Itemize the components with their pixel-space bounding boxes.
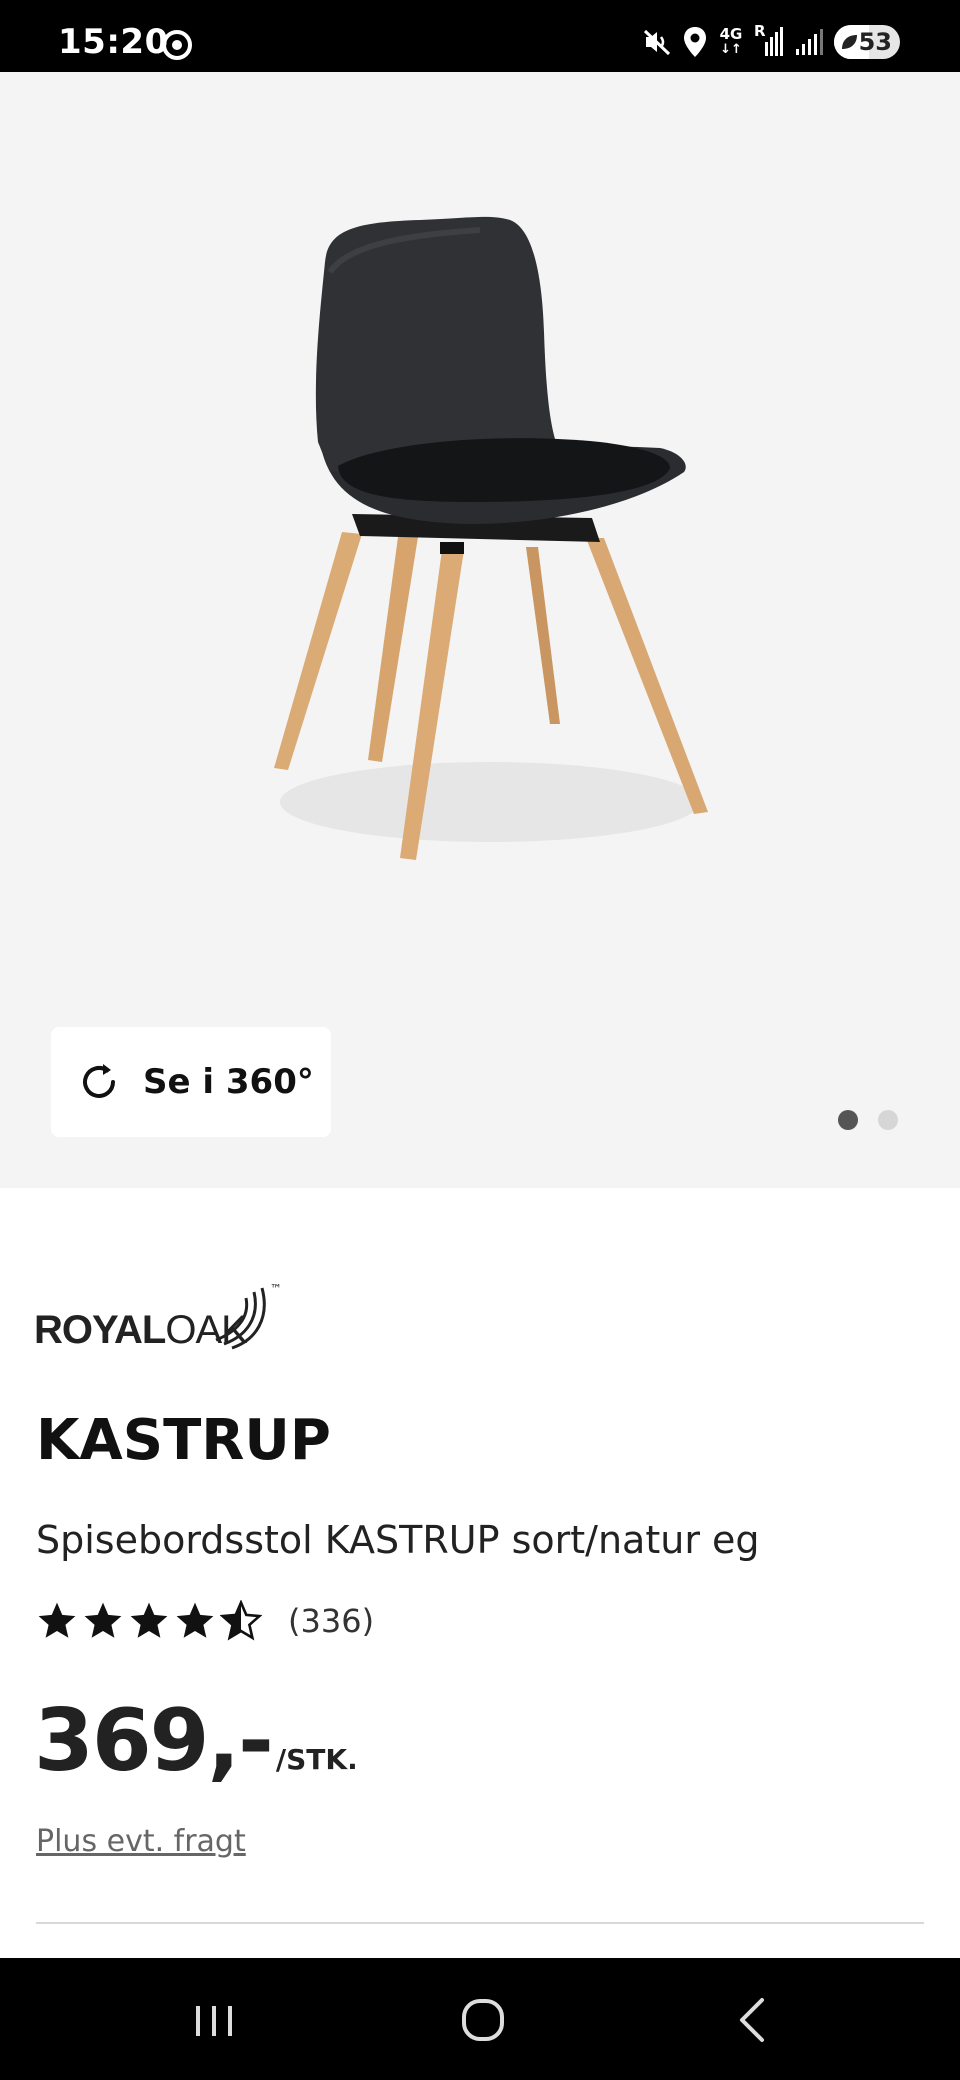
circle-target-icon <box>162 30 192 60</box>
star-full-icon <box>84 1602 122 1638</box>
back-icon <box>740 1998 764 2042</box>
brand-logo[interactable]: ROYALOAK ™ <box>34 1282 282 1362</box>
star-full-icon <box>130 1602 168 1638</box>
review-count: (336) <box>288 1602 375 1640</box>
rotate-icon <box>83 1064 115 1098</box>
product-price: 369,- <box>34 1691 274 1791</box>
product-image <box>274 216 708 860</box>
status-time: 15:20 <box>58 22 169 62</box>
trademark-symbol: ™ <box>270 1282 282 1296</box>
view-360-label: Se i 360° <box>143 1062 314 1102</box>
recent-apps-button[interactable] <box>176 1988 256 2052</box>
price-row: 369,- /STK. <box>34 1696 358 1786</box>
star-half-icon <box>220 1600 262 1641</box>
star-full-icon <box>38 1602 76 1638</box>
mute-vibrate-icon <box>643 29 671 56</box>
star-full-icon <box>176 1602 214 1638</box>
view-360-button[interactable]: Se i 360° <box>51 1027 331 1137</box>
signal-icon-2 <box>796 29 823 55</box>
recent-apps-icon <box>196 2006 232 2036</box>
brand-name-bold: ROYAL <box>34 1308 166 1352</box>
pagination-dot-1[interactable] <box>838 1110 858 1130</box>
shipping-info-link[interactable]: Plus evt. fragt <box>36 1824 246 1859</box>
divider <box>36 1922 924 1924</box>
system-nav-bar <box>0 1958 960 2080</box>
data-arrows-icon: 4G ↓↑ <box>719 25 743 58</box>
back-button[interactable] <box>712 1988 792 2052</box>
pagination-dot-2[interactable] <box>878 1110 898 1130</box>
status-bar: 15:20 4G ↓↑ R 53 <box>0 0 960 72</box>
product-info: ROYALOAK ™ KASTRUP Spisebordsstol KASTRU… <box>0 1188 960 1958</box>
product-description: Spisebordsstol KASTRUP sort/natur eg <box>36 1518 760 1562</box>
signal-icon: R <box>754 22 784 58</box>
product-title: KASTRUP <box>36 1408 331 1473</box>
battery-level: 53 <box>858 28 892 56</box>
location-icon <box>684 27 706 57</box>
product-rating[interactable]: (336) <box>36 1600 374 1642</box>
brand-swoosh-icon <box>215 1287 266 1350</box>
price-unit: /STK. <box>275 1743 358 1776</box>
product-image-gallery[interactable]: Se i 360° <box>0 72 960 1188</box>
network-type-label: 4G <box>719 25 743 43</box>
home-button[interactable] <box>442 1988 522 2052</box>
leaf-icon <box>842 35 857 49</box>
battery-icon: 53 <box>834 25 900 59</box>
gallery-pagination <box>838 1110 898 1130</box>
home-icon <box>462 1999 504 2041</box>
status-icons: 4G ↓↑ R 53 <box>642 22 900 60</box>
